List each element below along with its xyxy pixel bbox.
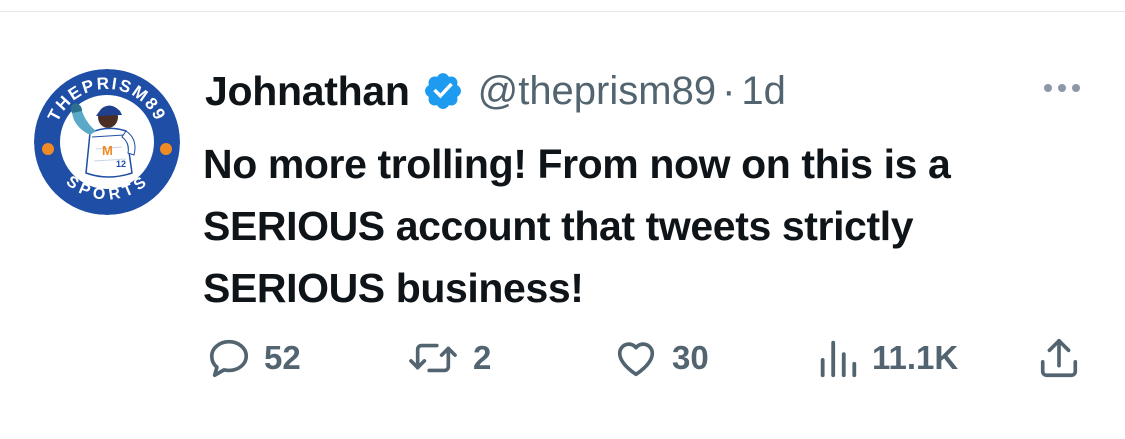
tweet-text-line: No more trolling! From now on this is a	[203, 141, 951, 187]
display-name[interactable]: Johnathan	[205, 68, 410, 115]
tweet-text-line: SERIOUS business!	[203, 265, 584, 311]
reply-button[interactable]: 52	[206, 333, 301, 383]
tweet-header: Johnathan @theprism89 · 1d	[205, 66, 786, 116]
avatar[interactable]: THEPRISM89 SPORTS M 12	[34, 69, 180, 215]
like-icon	[612, 335, 660, 381]
svg-text:M: M	[102, 143, 113, 158]
tweet-text: No more trolling! From now on this is a …	[203, 133, 1103, 319]
svg-text:12: 12	[116, 159, 126, 169]
retweet-icon	[405, 335, 461, 381]
retweet-count: 2	[473, 339, 492, 376]
separator-dot: ·	[722, 68, 736, 113]
like-button[interactable]: 30	[612, 333, 709, 383]
reply-icon	[206, 335, 252, 381]
tweet-text-line: SERIOUS account that tweets strictly	[203, 203, 914, 249]
action-bar: 52 2 30 11.1K	[0, 333, 1125, 383]
like-count: 30	[672, 339, 709, 376]
views-count: 11.1K	[872, 339, 959, 376]
verified-badge-icon[interactable]	[422, 70, 464, 112]
share-button[interactable]	[1036, 333, 1082, 383]
reply-count: 52	[264, 339, 301, 376]
tweet[interactable]: THEPRISM89 SPORTS M 12 Johnathan @thepri…	[0, 0, 1125, 439]
timestamp[interactable]: 1d	[741, 69, 786, 114]
retweet-button[interactable]: 2	[405, 333, 491, 383]
handle[interactable]: @theprism89	[478, 69, 716, 114]
views-icon	[816, 335, 860, 381]
more-dots-icon[interactable]	[1040, 78, 1084, 98]
share-icon	[1036, 335, 1082, 381]
views-button[interactable]: 11.1K	[816, 333, 958, 383]
